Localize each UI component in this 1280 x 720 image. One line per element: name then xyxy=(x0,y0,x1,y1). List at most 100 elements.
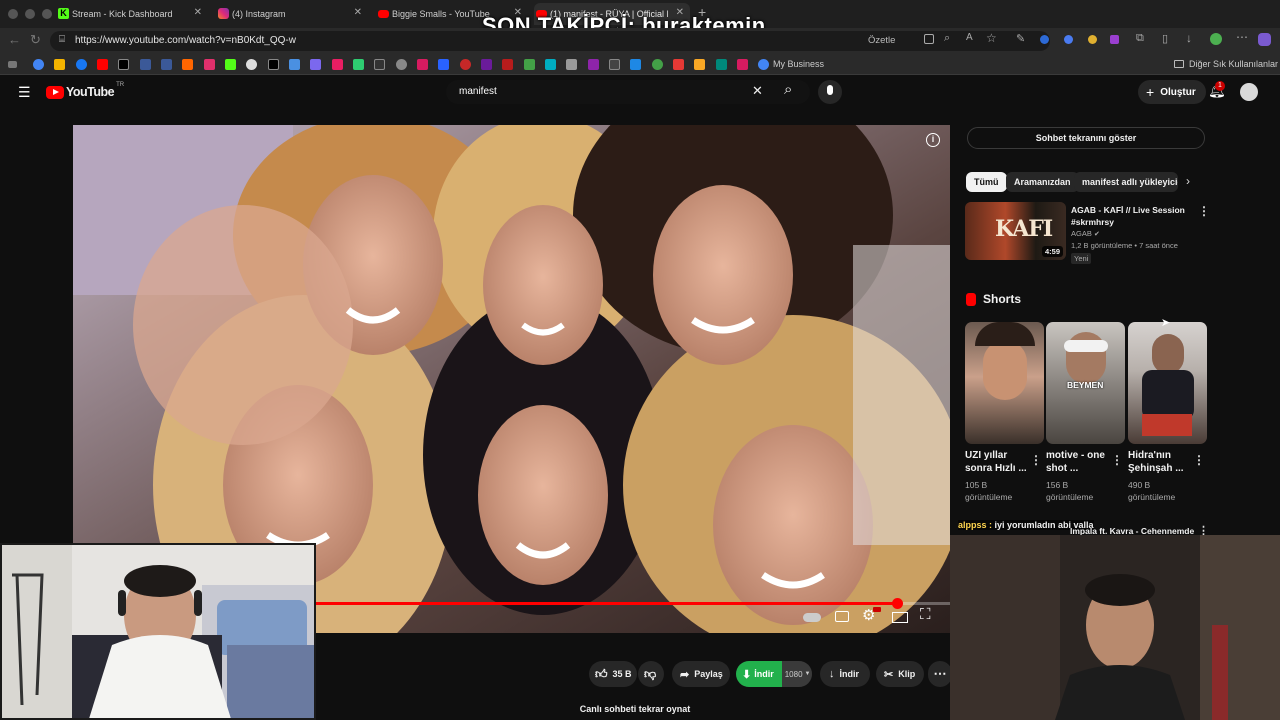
more-actions-button[interactable]: ⋯ xyxy=(928,661,952,687)
live-chat-replay-button[interactable]: Canlı sohbeti tekrar oynat xyxy=(320,698,950,720)
create-button[interactable]: + Oluştur xyxy=(1138,80,1206,104)
facebook-icon[interactable] xyxy=(76,59,87,70)
short-title[interactable]: Hidra'nın Şehinşah ... xyxy=(1128,449,1192,475)
instagram-icon[interactable] xyxy=(204,59,215,70)
search-icon[interactable]: ⌕ xyxy=(784,81,792,98)
bookmark-icon[interactable] xyxy=(502,59,513,70)
bookmark-icon[interactable] xyxy=(737,59,748,70)
bookmark-icon[interactable] xyxy=(289,59,300,70)
zoom-icon[interactable]: ⌕ xyxy=(944,32,950,45)
short-title[interactable]: UZI yıllar sonra Hızlı ... xyxy=(965,449,1029,475)
bookmark-icon[interactable] xyxy=(140,59,151,70)
dislike-button[interactable]: 👎︎ xyxy=(638,661,664,687)
bookmark-icon[interactable] xyxy=(545,59,556,70)
split-screen-icon[interactable]: ▯ xyxy=(1162,32,1168,45)
recommended-thumbnail[interactable]: KAFI 4:59 xyxy=(965,202,1066,260)
chip-all[interactable]: Tümü xyxy=(966,172,1007,192)
info-icon[interactable]: i xyxy=(926,133,940,147)
short-thumbnail[interactable] xyxy=(965,322,1044,444)
bookmark-icon[interactable] xyxy=(246,59,257,70)
bookmark-folder-icon[interactable] xyxy=(8,61,17,68)
recommended-channel[interactable]: AGAB ✔ xyxy=(1071,229,1100,238)
short-thumbnail[interactable]: BEYMEN xyxy=(1046,322,1125,444)
profile-avatar[interactable] xyxy=(1210,33,1222,45)
more-menu-icon[interactable]: ⋯ xyxy=(1236,30,1248,44)
autoplay-toggle[interactable] xyxy=(803,613,821,622)
bookmark-icon[interactable] xyxy=(673,59,684,70)
extension-icon[interactable] xyxy=(1088,35,1097,44)
browser-tab-instagram[interactable]: (4) Instagram ✕ xyxy=(216,3,368,25)
bookmark-my-business[interactable]: My Business xyxy=(773,59,824,69)
share-button[interactable]: ➦ Paylaş xyxy=(672,661,730,687)
kick-icon[interactable] xyxy=(225,59,236,70)
bookmark-icon[interactable] xyxy=(161,59,172,70)
window-minimize-dot[interactable] xyxy=(25,9,35,19)
back-icon[interactable]: ← xyxy=(8,32,21,47)
like-button[interactable]: 👍︎ 35 B xyxy=(589,661,637,687)
bookmark-icon[interactable] xyxy=(182,59,193,70)
youtube-icon[interactable] xyxy=(97,59,108,70)
bookmark-icon[interactable] xyxy=(438,59,449,70)
summarize-label[interactable]: Özetle xyxy=(868,35,895,46)
clip-button[interactable]: ✂ Klip xyxy=(876,661,924,687)
bookmark-icon[interactable] xyxy=(460,59,471,70)
site-info-icon[interactable]: ⌸ xyxy=(59,34,65,45)
downloads-icon[interactable]: ↓ xyxy=(1186,31,1192,45)
subtitles-icon[interactable] xyxy=(835,611,849,622)
bookmark-other-favorites[interactable]: Diğer Sık Kullanılanlar xyxy=(1189,59,1278,69)
recommended-title[interactable]: AGAB - KAFİ // Live Session #skrmhrsy xyxy=(1071,204,1191,228)
clear-search-icon[interactable]: ✕ xyxy=(752,83,763,99)
pen-icon[interactable]: ✎ xyxy=(1016,32,1025,45)
bookmark-icon[interactable] xyxy=(310,59,321,70)
more-vertical-icon[interactable]: ⋮ xyxy=(1193,453,1205,467)
extension-icon[interactable] xyxy=(1040,35,1049,44)
bookmark-icon[interactable] xyxy=(396,59,407,70)
extension-icon[interactable] xyxy=(1110,35,1119,44)
chip-from-search[interactable]: Aramanızdan xyxy=(1006,172,1079,192)
bookmark-icon[interactable] xyxy=(353,59,364,70)
copilot-icon[interactable] xyxy=(1258,33,1271,46)
bookmark-icon[interactable] xyxy=(588,59,599,70)
show-chat-button[interactable]: Sohbet tekranını göster xyxy=(967,127,1205,149)
search-input[interactable]: manifest ✕ ⌕ xyxy=(446,80,810,104)
bookmark-icon[interactable] xyxy=(332,59,343,70)
favorite-star-icon[interactable]: ☆ xyxy=(986,31,997,45)
x-icon[interactable] xyxy=(118,59,129,70)
google-icon[interactable] xyxy=(758,59,769,70)
reload-icon[interactable]: ↻ xyxy=(30,32,41,48)
bookmark-icon[interactable] xyxy=(716,59,727,70)
bookmark-icon[interactable] xyxy=(417,59,428,70)
apps-icon[interactable] xyxy=(924,34,934,44)
download-main[interactable]: ⬇ İndir xyxy=(736,661,782,687)
more-vertical-icon[interactable]: ⋮ xyxy=(1111,453,1123,467)
bookmark-icon[interactable] xyxy=(630,59,641,70)
read-aloud-icon[interactable]: A xyxy=(966,32,973,43)
bookmark-icon[interactable] xyxy=(694,59,705,70)
bookmark-icon[interactable] xyxy=(54,59,65,70)
bookmark-icon[interactable] xyxy=(524,59,535,70)
bookmark-icon[interactable] xyxy=(481,59,492,70)
chevron-right-icon[interactable]: › xyxy=(1186,174,1190,188)
youtube-logo[interactable]: YouTube TR xyxy=(46,82,124,99)
voice-search-button[interactable] xyxy=(818,80,842,104)
download-secondary-button[interactable]: ↓ İndir xyxy=(820,661,870,687)
hamburger-menu-icon[interactable]: ☰ xyxy=(18,84,31,101)
bookmark-icon[interactable] xyxy=(374,59,385,70)
bookmark-folder-icon[interactable] xyxy=(566,59,577,70)
theater-mode-icon[interactable] xyxy=(892,612,908,623)
browser-tab-kick[interactable]: K Stream - Kick Dashboard ✕ xyxy=(56,3,208,25)
extensions-puzzle-icon[interactable]: ⧉ xyxy=(1136,32,1144,45)
window-maximize-dot[interactable] xyxy=(42,9,52,19)
quality-select[interactable]: 1080 ▼ xyxy=(781,661,812,687)
short-title[interactable]: motive - one shot ... xyxy=(1046,449,1110,475)
more-vertical-icon[interactable]: ⋮ xyxy=(1198,204,1210,218)
extension-icon[interactable] xyxy=(1064,35,1073,44)
bookmark-icon[interactable] xyxy=(609,59,620,70)
download-button[interactable]: ⬇ İndir 1080 ▼ xyxy=(736,661,812,687)
chip-uploader[interactable]: manifest adlı yükleyiciden xyxy=(1074,172,1178,192)
fullscreen-icon[interactable]: ⛶ xyxy=(920,606,931,623)
tiktok-icon[interactable] xyxy=(268,59,279,70)
google-icon[interactable] xyxy=(33,59,44,70)
bookmark-icon[interactable] xyxy=(652,59,663,70)
close-tab-icon[interactable]: ✕ xyxy=(194,7,202,18)
